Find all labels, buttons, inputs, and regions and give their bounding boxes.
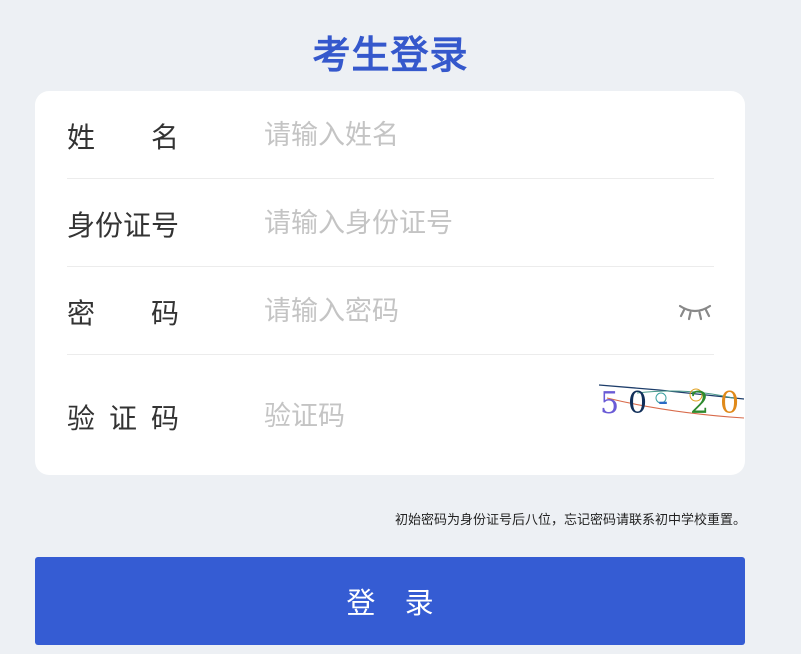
- name-label-char: 姓: [67, 121, 96, 154]
- password-label: 密 码: [67, 292, 179, 332]
- captcha-char: 5: [600, 386, 619, 421]
- captcha-char: -: [658, 384, 668, 419]
- password-row: 密 码: [67, 267, 714, 355]
- password-label-char: 码: [150, 297, 179, 330]
- captcha-char: 2: [690, 386, 709, 421]
- captcha-char: 0: [720, 386, 739, 421]
- id-number-row: 身份证号: [67, 179, 714, 267]
- captcha-label: 验 证 码: [67, 397, 179, 437]
- login-button[interactable]: 登 录: [35, 557, 745, 645]
- captcha-row: 验 证 码 5 0 - 2 0: [67, 355, 744, 474]
- eye-closed-icon[interactable]: [678, 302, 712, 322]
- captcha-image[interactable]: 5 0 - 2 0: [599, 379, 744, 423]
- password-hint: 初始密码为身份证号后八位，忘记密码请联系初中学校重置。: [394, 513, 746, 528]
- captcha-label-char: 验: [67, 402, 96, 435]
- page-title: 考生登录: [312, 33, 469, 77]
- captcha-label-char: 码: [150, 402, 179, 435]
- captcha-input[interactable]: [264, 396, 624, 436]
- login-form-card: 姓 名 身份证号 密 码 验 证 码: [35, 91, 745, 475]
- password-label-char: 密: [67, 297, 96, 330]
- name-label: 姓 名: [67, 116, 179, 156]
- id-number-label: 身份证号: [67, 209, 180, 242]
- name-row: 姓 名: [67, 91, 714, 179]
- captcha-char: 0: [628, 386, 647, 421]
- name-input[interactable]: [264, 115, 624, 155]
- id-number-input[interactable]: [264, 203, 624, 243]
- captcha-label-char: 证: [108, 402, 137, 435]
- name-label-char: 名: [150, 121, 179, 154]
- password-input[interactable]: [264, 291, 624, 331]
